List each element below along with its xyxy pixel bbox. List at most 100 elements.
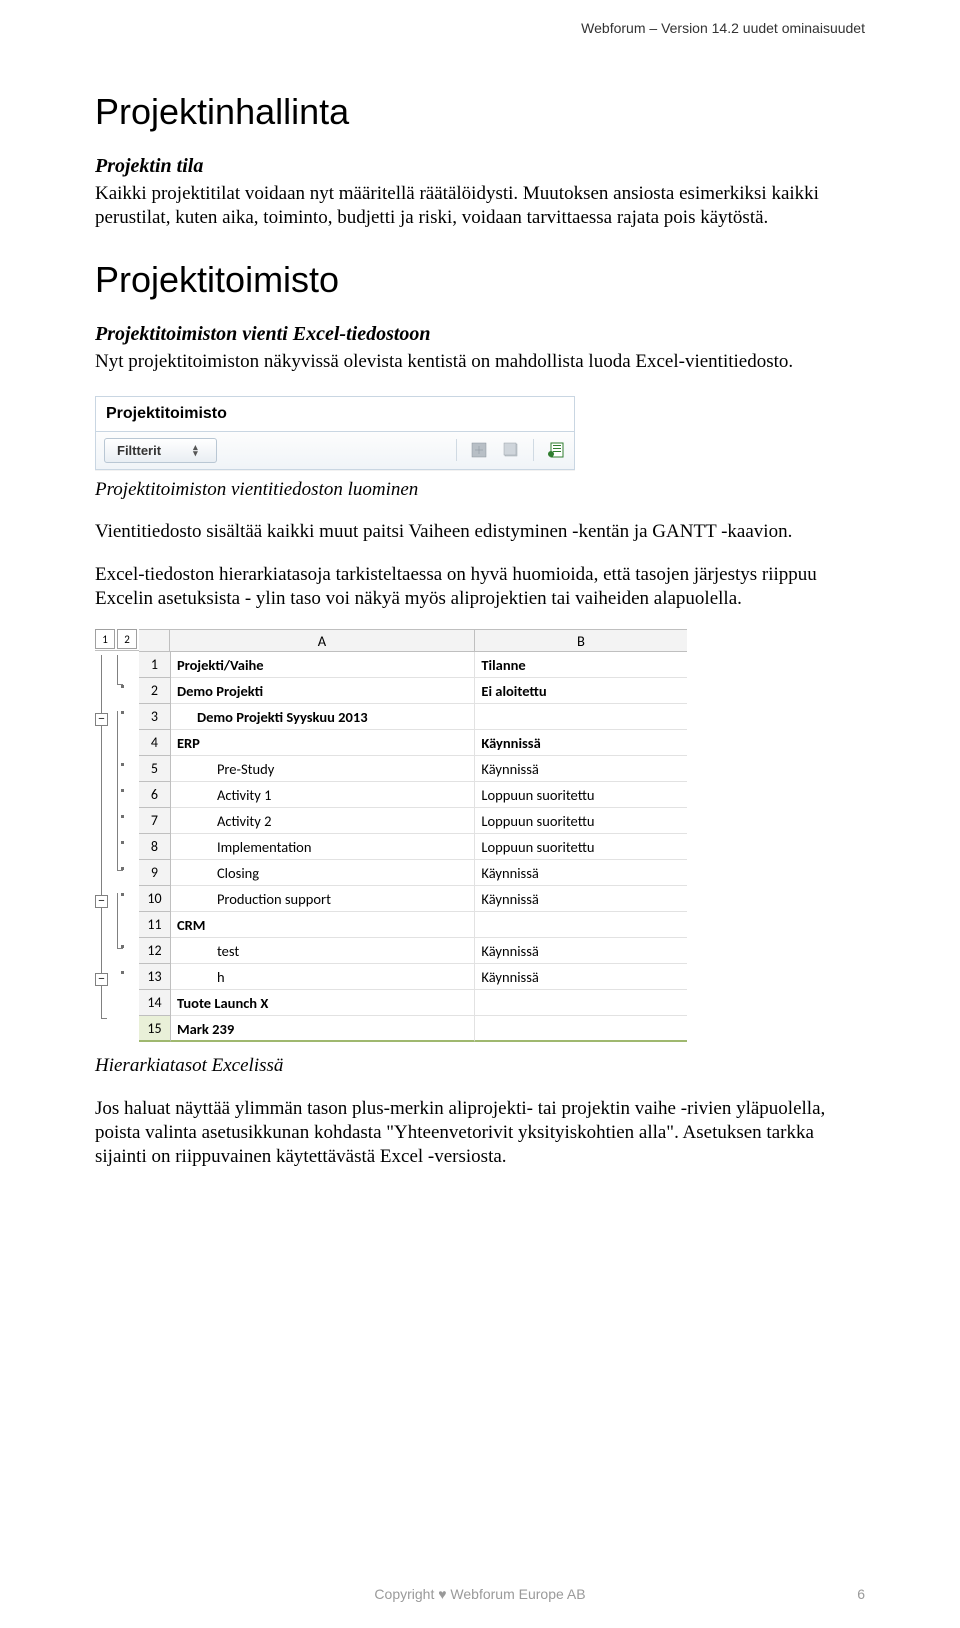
row-number[interactable]: 8 bbox=[139, 834, 171, 860]
excel-grid: A B 1 Projekti/Vaihe Tilanne 2Demo Proje… bbox=[139, 629, 687, 1042]
select-all-corner[interactable] bbox=[139, 630, 170, 652]
cell[interactable]: Loppuun suoritettu bbox=[475, 782, 687, 808]
row-number[interactable]: 14 bbox=[139, 990, 171, 1016]
outline-level-button[interactable]: 1 bbox=[95, 629, 115, 649]
paragraph-vientitiedosto: Vientitiedosto sisältää kaikki muut pait… bbox=[95, 520, 865, 544]
table-row: 6Activity 1Loppuun suoritettu bbox=[139, 782, 687, 808]
cell[interactable] bbox=[475, 990, 687, 1016]
cell[interactable]: CRM bbox=[171, 912, 475, 938]
row-number[interactable]: 3 bbox=[139, 704, 171, 730]
column-header[interactable]: B bbox=[475, 630, 687, 652]
cell[interactable]: Käynnissä bbox=[475, 756, 687, 782]
cell[interactable]: Käynnissä bbox=[475, 964, 687, 990]
table-row: 9ClosingKäynnissä bbox=[139, 860, 687, 886]
cell[interactable]: Loppuun suoritettu bbox=[475, 808, 687, 834]
cell[interactable]: Käynnissä bbox=[475, 938, 687, 964]
copyright-text: Copyright ♥ Webforum Europe AB bbox=[374, 1586, 585, 1602]
outline-dot bbox=[121, 971, 124, 974]
table-row: 15Mark 239 bbox=[139, 1016, 687, 1042]
product-name: Webforum bbox=[581, 20, 645, 36]
cell[interactable] bbox=[475, 1016, 687, 1042]
outline-dot bbox=[121, 789, 124, 792]
cell[interactable]: Käynnissä bbox=[475, 860, 687, 886]
outline-line bbox=[117, 893, 123, 949]
cell[interactable]: Activity 1 bbox=[171, 782, 475, 808]
collapse-icon[interactable] bbox=[501, 440, 521, 460]
chevron-up-down-icon: ▴▾ bbox=[193, 444, 198, 456]
cell[interactable]: Loppuun suoritettu bbox=[475, 834, 687, 860]
version-label: Version 14.2 uudet ominaisuudet bbox=[661, 20, 865, 36]
row-number[interactable]: 4 bbox=[139, 730, 171, 756]
outline-collapse-button[interactable]: − bbox=[95, 895, 108, 908]
outline-dot bbox=[121, 815, 124, 818]
caption-toolbar: Projektitoimiston vientitiedoston luomin… bbox=[95, 478, 865, 502]
cell[interactable]: h bbox=[171, 964, 475, 990]
row-number[interactable]: 2 bbox=[139, 678, 171, 704]
cell[interactable]: Tilanne bbox=[475, 652, 687, 678]
table-row: 3Demo Projekti Syyskuu 2013 bbox=[139, 704, 687, 730]
outline-line bbox=[101, 655, 107, 1019]
row-number[interactable]: 7 bbox=[139, 808, 171, 834]
cell[interactable]: Mark 239 bbox=[171, 1016, 475, 1042]
subheading-vienti-excel: Projektitoimiston vienti Excel-tiedostoo… bbox=[95, 323, 865, 346]
expand-icon[interactable] bbox=[469, 440, 489, 460]
table-row: 11CRM bbox=[139, 912, 687, 938]
excel-header-row: 1 Projekti/Vaihe Tilanne bbox=[139, 652, 687, 678]
table-row: 13hKäynnissä bbox=[139, 964, 687, 990]
outline-dot bbox=[121, 893, 124, 896]
row-number[interactable]: 15 bbox=[139, 1016, 171, 1042]
caption-excel: Hierarkiatasot Excelissä bbox=[95, 1054, 865, 1078]
outline-dot bbox=[121, 945, 124, 948]
cell[interactable]: Demo Projekti Syyskuu 2013 bbox=[171, 704, 475, 730]
row-number[interactable]: 12 bbox=[139, 938, 171, 964]
cell[interactable] bbox=[475, 912, 687, 938]
page-number: 6 bbox=[857, 1586, 865, 1602]
row-number[interactable]: 11 bbox=[139, 912, 171, 938]
cell[interactable]: Pre-Study bbox=[171, 756, 475, 782]
heading-projektitoimisto: Projektitoimisto bbox=[95, 259, 865, 301]
cell[interactable]: Käynnissä bbox=[475, 730, 687, 756]
cell[interactable]: test bbox=[171, 938, 475, 964]
cell[interactable]: Demo Projekti bbox=[171, 678, 475, 704]
row-number[interactable]: 6 bbox=[139, 782, 171, 808]
paragraph-tila: Kaikki projektitilat voidaan nyt määrite… bbox=[95, 182, 865, 231]
table-row: 7Activity 2Loppuun suoritettu bbox=[139, 808, 687, 834]
cell[interactable]: Activity 2 bbox=[171, 808, 475, 834]
cell[interactable]: Käynnissä bbox=[475, 886, 687, 912]
cell[interactable] bbox=[475, 704, 687, 730]
cell[interactable]: Implementation bbox=[171, 834, 475, 860]
row-number[interactable]: 9 bbox=[139, 860, 171, 886]
row-number[interactable]: 1 bbox=[139, 652, 171, 678]
excel-outline-column: 1 2 −−− bbox=[95, 629, 139, 655]
cell[interactable]: Tuote Launch X bbox=[171, 990, 475, 1016]
cell[interactable]: Ei aloitettu bbox=[475, 678, 687, 704]
table-row: 12testKäynnissä bbox=[139, 938, 687, 964]
cell[interactable]: Projekti/Vaihe bbox=[171, 652, 475, 678]
outline-collapse-button[interactable]: − bbox=[95, 713, 108, 726]
table-row: 8ImplementationLoppuun suoritettu bbox=[139, 834, 687, 860]
outline-collapse-button[interactable]: − bbox=[95, 973, 108, 986]
filters-button[interactable]: Filtterit ▴▾ bbox=[104, 438, 217, 463]
toolbar-separator bbox=[533, 439, 534, 461]
table-row: 4ERPKäynnissä bbox=[139, 730, 687, 756]
outline-level-button[interactable]: 2 bbox=[117, 629, 137, 649]
toolbar-title: Projektitoimisto bbox=[96, 397, 574, 432]
row-number[interactable]: 5 bbox=[139, 756, 171, 782]
cell[interactable]: Closing bbox=[171, 860, 475, 886]
subheading-projektin-tila: Projektin tila bbox=[95, 155, 865, 178]
cell[interactable]: ERP bbox=[171, 730, 475, 756]
heading-projektinhallinta: Projektinhallinta bbox=[95, 91, 865, 133]
row-number[interactable]: 13 bbox=[139, 964, 171, 990]
table-row: 14Tuote Launch X bbox=[139, 990, 687, 1016]
outline-dot bbox=[121, 685, 124, 688]
toolbar-row: Filtterit ▴▾ bbox=[96, 432, 574, 469]
column-header[interactable]: A bbox=[170, 630, 475, 652]
export-excel-icon[interactable] bbox=[546, 440, 566, 460]
cell[interactable]: Production support bbox=[171, 886, 475, 912]
paragraph-vienti: Nyt projektitoimiston näkyvissä olevista… bbox=[95, 350, 865, 374]
toolbar-panel: Projektitoimisto Filtterit ▴▾ bbox=[95, 396, 575, 470]
excel-screenshot: 1 2 −−− A B 1 Projekti/Vaihe Tilanne 2De… bbox=[95, 629, 687, 1042]
outline-dot bbox=[121, 867, 124, 870]
filters-label: Filtterit bbox=[117, 443, 161, 458]
row-number[interactable]: 10 bbox=[139, 886, 171, 912]
